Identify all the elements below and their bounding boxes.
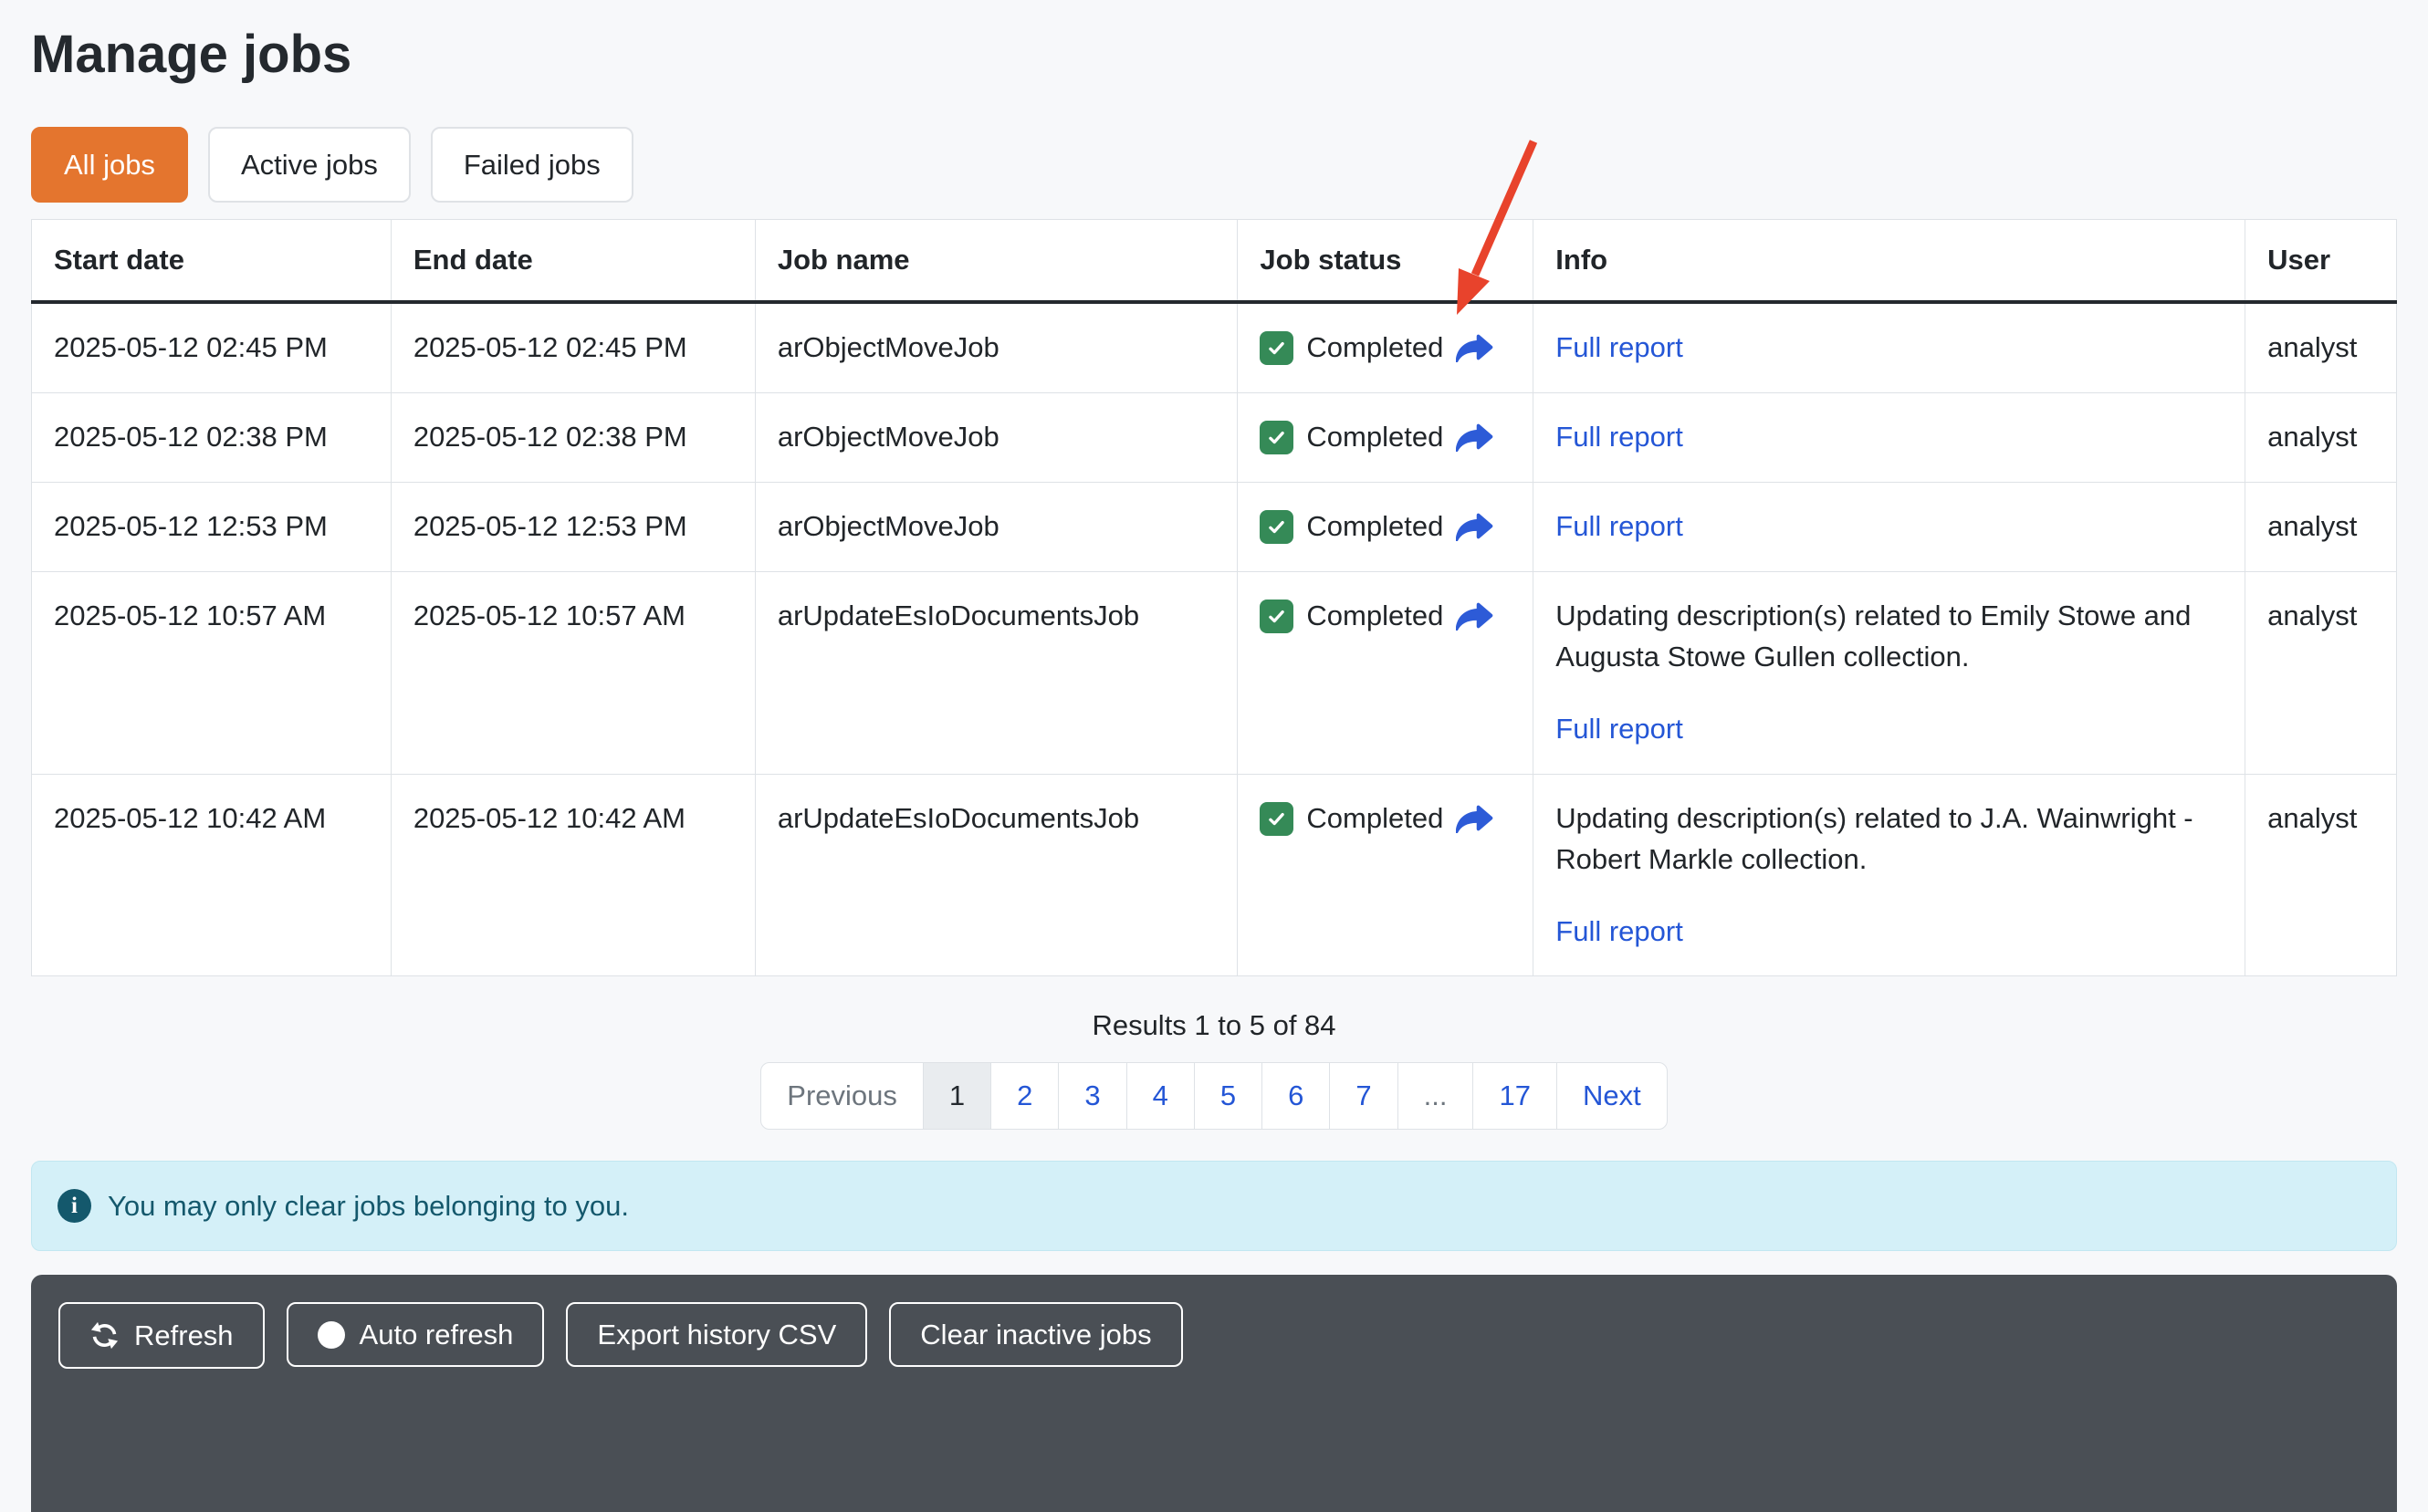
clear-inactive-jobs-button[interactable]: Clear inactive jobs xyxy=(889,1302,1182,1367)
info-description: Updating description(s) related to Emily… xyxy=(1555,596,2223,678)
pagination-previous[interactable]: Previous xyxy=(761,1063,923,1129)
status-label: Completed xyxy=(1306,798,1443,839)
column-header-job-status: Job status xyxy=(1238,220,1533,303)
toolbar-button-label: Refresh xyxy=(134,1321,234,1350)
completed-check-icon xyxy=(1260,510,1293,544)
full-report-link[interactable]: Full report xyxy=(1555,421,1683,453)
info-description: Updating description(s) related to J.A. … xyxy=(1555,798,2223,881)
page-title: Manage jobs xyxy=(31,24,2397,85)
page-7[interactable]: 7 xyxy=(1329,1063,1397,1129)
table-row: 2025-05-12 12:53 PM 2025-05-12 12:53 PM … xyxy=(32,482,2397,571)
cell-info: Full report xyxy=(1533,302,2245,392)
cell-info: Full report xyxy=(1533,392,2245,482)
completed-check-icon xyxy=(1260,421,1293,454)
toolbar-button-label: Auto refresh xyxy=(360,1320,514,1349)
cell-job-name: arObjectMoveJob xyxy=(755,302,1238,392)
table-row: 2025-05-12 10:57 AM 2025-05-12 10:57 AM … xyxy=(32,571,2397,774)
share-icon[interactable] xyxy=(1456,334,1493,362)
filter-active-jobs[interactable]: Active jobs xyxy=(208,127,411,203)
status-label: Completed xyxy=(1306,328,1443,369)
full-report-link[interactable]: Full report xyxy=(1555,331,1683,363)
cell-user: analyst xyxy=(2245,774,2397,976)
cell-job-name: arObjectMoveJob xyxy=(755,482,1238,571)
page-3[interactable]: 3 xyxy=(1058,1063,1125,1129)
table-header-row: Start dateEnd dateJob nameJob statusInfo… xyxy=(32,220,2397,303)
page-2[interactable]: 2 xyxy=(990,1063,1058,1129)
table-row: 2025-05-12 02:45 PM 2025-05-12 02:45 PM … xyxy=(32,302,2397,392)
cell-info: Full report xyxy=(1533,482,2245,571)
refresh-button[interactable]: Refresh xyxy=(58,1302,265,1369)
pagination-: ... xyxy=(1397,1063,1473,1129)
cell-job-status: Completed xyxy=(1238,571,1533,774)
cell-end-date: 2025-05-12 02:38 PM xyxy=(391,392,755,482)
pagination: Previous1234567...17Next xyxy=(760,1062,1667,1130)
completed-check-icon xyxy=(1260,802,1293,836)
bottom-toolbar: Refresh Auto refresh Export history CSV Cle… xyxy=(31,1275,2397,1512)
toolbar-button-label: Export history CSV xyxy=(597,1320,836,1349)
page-17[interactable]: 17 xyxy=(1472,1063,1555,1129)
cell-job-status: Completed xyxy=(1238,392,1533,482)
cell-job-status: Completed xyxy=(1238,482,1533,571)
table-row: 2025-05-12 02:38 PM 2025-05-12 02:38 PM … xyxy=(32,392,2397,482)
column-header-user: User xyxy=(2245,220,2397,303)
cell-info: Updating description(s) related to J.A. … xyxy=(1533,774,2245,976)
cell-user: analyst xyxy=(2245,571,2397,774)
page-1[interactable]: 1 xyxy=(923,1063,990,1129)
cell-job-status: Completed xyxy=(1238,302,1533,392)
cell-end-date: 2025-05-12 10:57 AM xyxy=(391,571,755,774)
cell-start-date: 2025-05-12 10:42 AM xyxy=(32,774,392,976)
cell-job-status: Completed xyxy=(1238,774,1533,976)
pagination-next[interactable]: Next xyxy=(1556,1063,1667,1129)
refresh-icon xyxy=(89,1320,120,1350)
share-icon[interactable] xyxy=(1456,805,1493,833)
cell-info: Updating description(s) related to Emily… xyxy=(1533,571,2245,774)
toolbar-button-label: Clear inactive jobs xyxy=(920,1320,1151,1349)
cell-end-date: 2025-05-12 10:42 AM xyxy=(391,774,755,976)
cell-end-date: 2025-05-12 02:45 PM xyxy=(391,302,755,392)
column-header-start-date: Start date xyxy=(32,220,392,303)
cell-user: analyst xyxy=(2245,302,2397,392)
table-row: 2025-05-12 10:42 AM 2025-05-12 10:42 AM … xyxy=(32,774,2397,976)
page-6[interactable]: 6 xyxy=(1261,1063,1329,1129)
cell-job-name: arUpdateEsIoDocumentsJob xyxy=(755,571,1238,774)
filter-tabs: All jobs Active jobs Failed jobs xyxy=(31,127,2397,203)
auto-refresh-indicator-icon xyxy=(318,1321,345,1349)
cell-user: analyst xyxy=(2245,482,2397,571)
filter-failed-jobs[interactable]: Failed jobs xyxy=(431,127,633,203)
column-header-info: Info xyxy=(1533,220,2245,303)
cell-start-date: 2025-05-12 12:53 PM xyxy=(32,482,392,571)
auto-refresh-button[interactable]: Auto refresh xyxy=(287,1302,545,1367)
export-history-csv-button[interactable]: Export history CSV xyxy=(566,1302,867,1367)
status-label: Completed xyxy=(1306,596,1443,637)
full-report-link[interactable]: Full report xyxy=(1555,915,1683,947)
filter-all-jobs[interactable]: All jobs xyxy=(31,127,188,203)
results-summary: Results 1 to 5 of 84 xyxy=(31,1009,2397,1042)
column-header-job-name: Job name xyxy=(755,220,1238,303)
share-icon[interactable] xyxy=(1456,602,1493,631)
page-5[interactable]: 5 xyxy=(1194,1063,1261,1129)
manage-jobs-page: Manage jobs All jobs Active jobs Failed jo… xyxy=(0,0,2428,1512)
info-icon: i xyxy=(58,1189,91,1223)
completed-check-icon xyxy=(1260,600,1293,633)
status-label: Completed xyxy=(1306,417,1443,458)
full-report-link[interactable]: Full report xyxy=(1555,510,1683,542)
status-label: Completed xyxy=(1306,506,1443,547)
cell-end-date: 2025-05-12 12:53 PM xyxy=(391,482,755,571)
jobs-table: Start dateEnd dateJob nameJob statusInfo… xyxy=(31,219,2397,976)
cell-user: analyst xyxy=(2245,392,2397,482)
share-icon[interactable] xyxy=(1456,423,1493,452)
cell-job-name: arUpdateEsIoDocumentsJob xyxy=(755,774,1238,976)
notice-banner: i You may only clear jobs belonging to y… xyxy=(31,1161,2397,1251)
cell-job-name: arObjectMoveJob xyxy=(755,392,1238,482)
page-4[interactable]: 4 xyxy=(1126,1063,1194,1129)
cell-start-date: 2025-05-12 02:38 PM xyxy=(32,392,392,482)
completed-check-icon xyxy=(1260,331,1293,365)
column-header-end-date: End date xyxy=(391,220,755,303)
cell-start-date: 2025-05-12 02:45 PM xyxy=(32,302,392,392)
full-report-link[interactable]: Full report xyxy=(1555,713,1683,745)
share-icon[interactable] xyxy=(1456,513,1493,541)
notice-text: You may only clear jobs belonging to you… xyxy=(108,1190,629,1223)
cell-start-date: 2025-05-12 10:57 AM xyxy=(32,571,392,774)
